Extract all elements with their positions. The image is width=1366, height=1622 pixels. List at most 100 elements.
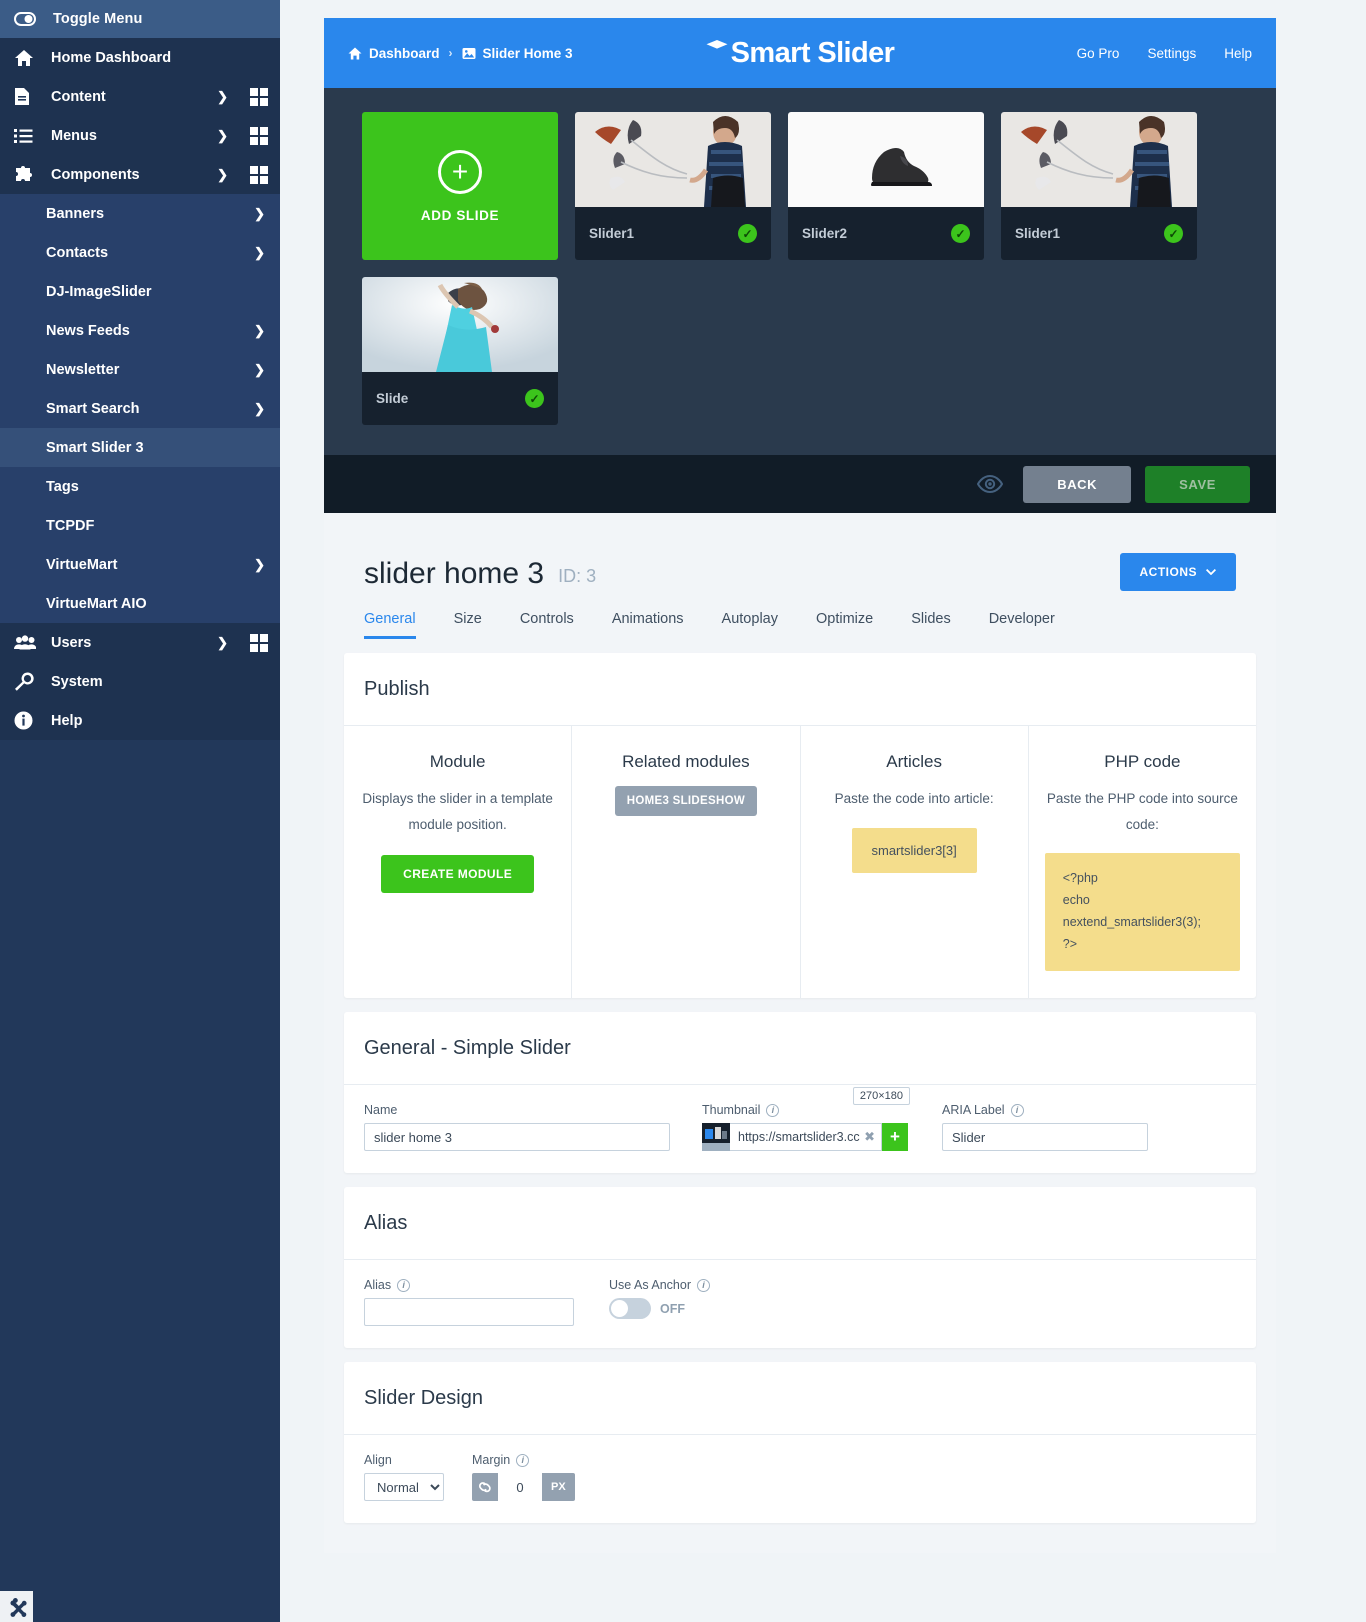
actions-button[interactable]: ACTIONS [1119,553,1236,591]
publish-column-module: Module Displays the slider in a template… [344,726,573,998]
slide-card[interactable]: Slider2 ✓ [788,112,984,260]
sidebar-subitem-label: VirtueMart [46,556,118,573]
info-icon[interactable]: i [1010,1103,1024,1117]
tab-developer[interactable]: Developer [970,605,1074,639]
sidebar-toggle-menu[interactable]: Toggle Menu [0,0,280,38]
info-icon[interactable]: i [397,1278,411,1292]
php-code-snippet[interactable]: <?php echo nextend_smartslider3(3); ?> [1044,853,1240,971]
sidebar-item-users[interactable]: Users ❯ [0,623,280,662]
sidebar-item-label: Components [51,166,140,183]
sidebar-item-newsletter[interactable]: Newsletter ❯ [0,350,280,389]
sidebar-item-help[interactable]: Help [0,701,280,740]
create-module-button[interactable]: CREATE MODULE [381,855,535,894]
sidebar-item-virtuemart-aio[interactable]: VirtueMart AIO [0,584,280,623]
tab-general[interactable]: General [364,605,435,639]
clear-x-icon[interactable]: ✖ [864,1129,875,1145]
sidebar-item-dj-imageslider[interactable]: DJ-ImageSlider [0,272,280,311]
sidebar-item-components[interactable]: Components ❯ [0,155,280,194]
name-label: Name [364,1103,670,1117]
sidebar-item-tcpdf[interactable]: TCPDF [0,506,280,545]
eye-icon[interactable] [975,469,1005,499]
margin-input[interactable] [498,1473,542,1501]
sidebar-item-smart-slider-3[interactable]: Smart Slider 3 [0,428,280,467]
related-module-chip[interactable]: HOME3 SLIDESHOW [614,786,757,816]
alias-label-text: Alias [364,1278,392,1292]
chevron-down-icon[interactable]: ❯ [217,167,228,183]
info-icon[interactable]: i [516,1453,530,1467]
actions-button-label: ACTIONS [1139,565,1197,579]
chevron-right-icon[interactable]: ❯ [254,557,265,573]
slide-card[interactable]: Slider1 ✓ [1001,112,1197,260]
sidebar-item-content[interactable]: Content ❯ [0,77,280,116]
wrench-icon [14,672,38,691]
sidebar-subitem-label: Banners [46,205,105,222]
sidebar-item-system[interactable]: System [0,662,280,701]
sidebar-item-label: Content [51,88,106,105]
grid-icon[interactable] [250,126,268,145]
back-button[interactable]: BACK [1023,465,1132,503]
grid-icon[interactable] [250,165,268,184]
slide-published-icon[interactable]: ✓ [525,389,544,408]
chevron-right-icon[interactable]: ❯ [254,206,265,222]
sidebar-item-menus[interactable]: Menus ❯ [0,116,280,155]
slide-card[interactable]: Slide ✓ [362,277,558,425]
tab-optimize[interactable]: Optimize [797,605,892,639]
name-input[interactable] [364,1123,670,1151]
nav-help[interactable]: Help [1224,46,1252,61]
tab-size[interactable]: Size [435,605,501,639]
slide-published-icon[interactable]: ✓ [1164,224,1183,243]
home-icon [14,49,38,67]
chevron-right-icon[interactable]: ❯ [217,635,228,651]
tab-autoplay[interactable]: Autoplay [703,605,797,639]
grid-icon[interactable] [250,633,268,652]
plus-icon[interactable]: + [882,1123,908,1151]
aria-label-input[interactable] [942,1123,1148,1151]
info-icon [14,711,38,730]
align-label-text: Align [364,1453,392,1467]
chevron-right-icon[interactable]: ❯ [217,89,228,105]
info-icon[interactable]: i [766,1103,780,1117]
breadcrumb-dashboard-link[interactable]: Dashboard [348,46,440,61]
info-icon[interactable]: i [697,1278,710,1292]
use-as-anchor-toggle[interactable] [609,1298,651,1319]
sidebar-item-banners[interactable]: Banners ❯ [0,194,280,233]
publish-card: Publish Module Displays the slider in a … [344,653,1256,998]
alias-heading: Alias [364,1212,408,1234]
sidebar-item-home-dashboard[interactable]: Home Dashboard [0,38,280,77]
nav-settings[interactable]: Settings [1147,46,1196,61]
chevron-right-icon[interactable]: ❯ [254,362,265,378]
grid-icon[interactable] [250,87,268,106]
breadcrumb-current-link[interactable]: Slider Home 3 [462,46,573,61]
sidebar-item-smart-search[interactable]: Smart Search ❯ [0,389,280,428]
alias-field-group: Alias i [364,1278,574,1326]
tab-slides[interactable]: Slides [892,605,970,639]
sidebar-item-virtuemart[interactable]: VirtueMart ❯ [0,545,280,584]
tab-animations[interactable]: Animations [593,605,703,639]
link-icon[interactable] [472,1473,498,1501]
align-select[interactable]: Normal [364,1473,444,1501]
thumbnail-label-text: Thumbnail [702,1103,761,1117]
slide-card[interactable]: Slider1 ✓ [575,112,771,260]
thumbnail-preview[interactable] [702,1123,730,1151]
slide-name: Slider2 [802,226,848,241]
article-shortcode[interactable]: smartslider3[3] [851,827,977,873]
chevron-right-icon[interactable]: ❯ [254,401,265,417]
sidebar-item-contacts[interactable]: Contacts ❯ [0,233,280,272]
sidebar-item-news-feeds[interactable]: News Feeds ❯ [0,311,280,350]
chevron-right-icon[interactable]: ❯ [254,245,265,261]
document-icon [14,87,38,106]
save-button[interactable]: SAVE [1145,465,1250,503]
add-slide-button[interactable]: + ADD SLIDE [362,112,558,260]
thumbnail-url-field[interactable]: https://smartslider3.cc ✖ [730,1123,882,1151]
slide-published-icon[interactable]: ✓ [738,224,757,243]
chevron-right-icon[interactable]: ❯ [217,128,228,144]
joomla-logo-icon[interactable] [0,1591,33,1622]
margin-unit: PX [551,1481,566,1493]
tab-controls[interactable]: Controls [501,605,593,639]
chevron-right-icon[interactable]: ❯ [254,323,265,339]
alias-input[interactable] [364,1298,574,1326]
slide-published-icon[interactable]: ✓ [951,224,970,243]
add-slide-card[interactable]: + ADD SLIDE [362,112,558,260]
nav-go-pro[interactable]: Go Pro [1077,46,1120,61]
sidebar-item-tags[interactable]: Tags [0,467,280,506]
